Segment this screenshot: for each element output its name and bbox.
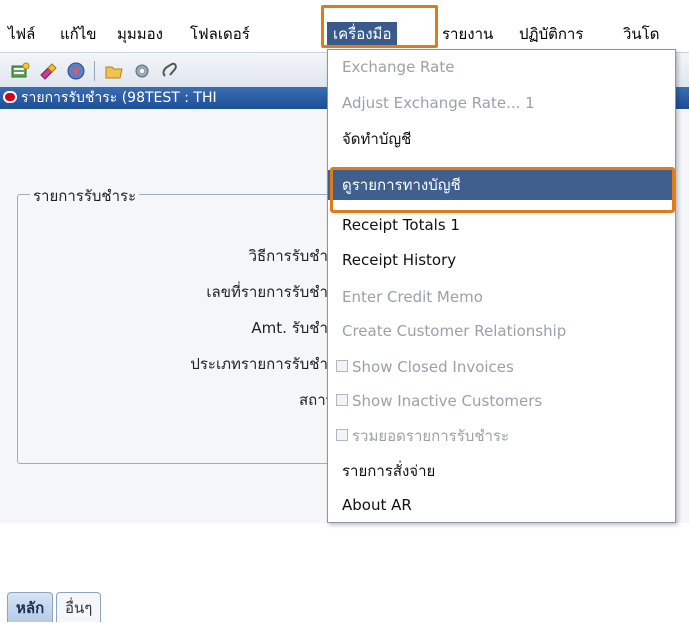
- menu-item-show-closed-invoices[interactable]: Show Closed Invoices: [328, 352, 675, 382]
- receipt-group-label: รายการรับชำระ: [30, 184, 140, 208]
- menu-item-label: Receipt Totals 1: [342, 216, 460, 234]
- menu-item-label: Receipt History: [342, 251, 457, 269]
- checkbox-icon[interactable]: [336, 429, 348, 441]
- menu-item-label: Show Closed Invoices: [352, 358, 514, 376]
- oracle-logo-icon: [3, 91, 17, 103]
- menu-item-show-inactive-customers[interactable]: Show Inactive Customers: [328, 386, 675, 416]
- tools-dropdown-menu: Exchange Rate Adjust Exchange Rate... 1 …: [327, 49, 676, 523]
- menu-item-enter-credit-memo[interactable]: Enter Credit Memo: [328, 282, 675, 312]
- menu-item-payment-orders[interactable]: รายการสั่งจ่าย: [328, 456, 675, 486]
- menu-file[interactable]: ไฟล์: [8, 22, 35, 46]
- menu-edit[interactable]: แก้ไข: [60, 22, 97, 46]
- menu-item-label: Exchange Rate: [342, 58, 455, 76]
- menu-item-receipt-totals[interactable]: Receipt Totals 1: [328, 210, 675, 240]
- menu-item-exchange-rate[interactable]: Exchange Rate: [328, 52, 675, 82]
- field-label-receipt-type: ประเภทรายการรับชำระ: [190, 355, 344, 373]
- menu-folder[interactable]: โฟลเดอร์: [190, 22, 250, 46]
- flashlight-icon[interactable]: [38, 61, 58, 81]
- settings-icon[interactable]: [132, 61, 152, 81]
- menu-item-label: About AR: [342, 496, 412, 514]
- menu-window[interactable]: วินโด: [623, 22, 659, 46]
- menu-item-receipt-history[interactable]: Receipt History: [328, 245, 675, 275]
- selected-item-highlight: [330, 167, 675, 213]
- new-icon[interactable]: [10, 61, 30, 81]
- attachment-icon[interactable]: [160, 61, 180, 81]
- toolbar-separator: [94, 61, 95, 81]
- field-label-receipt-number: เลขที่รายการรับชำระ: [206, 283, 344, 301]
- open-folder-icon[interactable]: [104, 61, 124, 81]
- tab-main[interactable]: หลัก: [7, 592, 54, 622]
- menu-item-label: Create Customer Relationship: [342, 322, 567, 340]
- menu-item-label: Enter Credit Memo: [342, 288, 483, 306]
- menu-item-create-accounting[interactable]: จัดทำบัญชี: [328, 124, 675, 154]
- menu-item-label: รายการสั่งจ่าย: [342, 462, 436, 480]
- menu-view[interactable]: มุมมอง: [117, 22, 163, 46]
- menu-reports[interactable]: รายงาน: [442, 22, 493, 46]
- window-title: รายการรับชำระ (98TEST : THI: [21, 90, 217, 106]
- menu-item-adjust-exchange-rate[interactable]: Adjust Exchange Rate... 1: [328, 88, 675, 118]
- menu-item-label: จัดทำบัญชี: [342, 130, 412, 148]
- menu-tools-highlight: [321, 5, 438, 48]
- tab-other[interactable]: อื่นๆ: [56, 592, 102, 622]
- menu-item-receipt-summary[interactable]: รวมยอดรายการรับชำระ: [328, 421, 675, 451]
- checkbox-icon[interactable]: [336, 394, 348, 406]
- menu-item-label: รวมยอดรายการรับชำระ: [352, 427, 510, 445]
- menu-item-label: Show Inactive Customers: [352, 392, 543, 410]
- menu-bar: ไฟล์ แก้ไข มุมมอง โฟลเดอร์ เครื่องมือ รา…: [0, 0, 689, 52]
- menu-actions[interactable]: ปฏิบัติการ: [519, 22, 583, 46]
- menu-item-label: Adjust Exchange Rate... 1: [342, 94, 535, 112]
- checkbox-icon[interactable]: [336, 360, 348, 372]
- navigator-icon[interactable]: [66, 61, 86, 81]
- menu-item-about-ar[interactable]: About AR: [328, 490, 675, 520]
- menu-item-create-customer-relationship[interactable]: Create Customer Relationship: [328, 316, 675, 346]
